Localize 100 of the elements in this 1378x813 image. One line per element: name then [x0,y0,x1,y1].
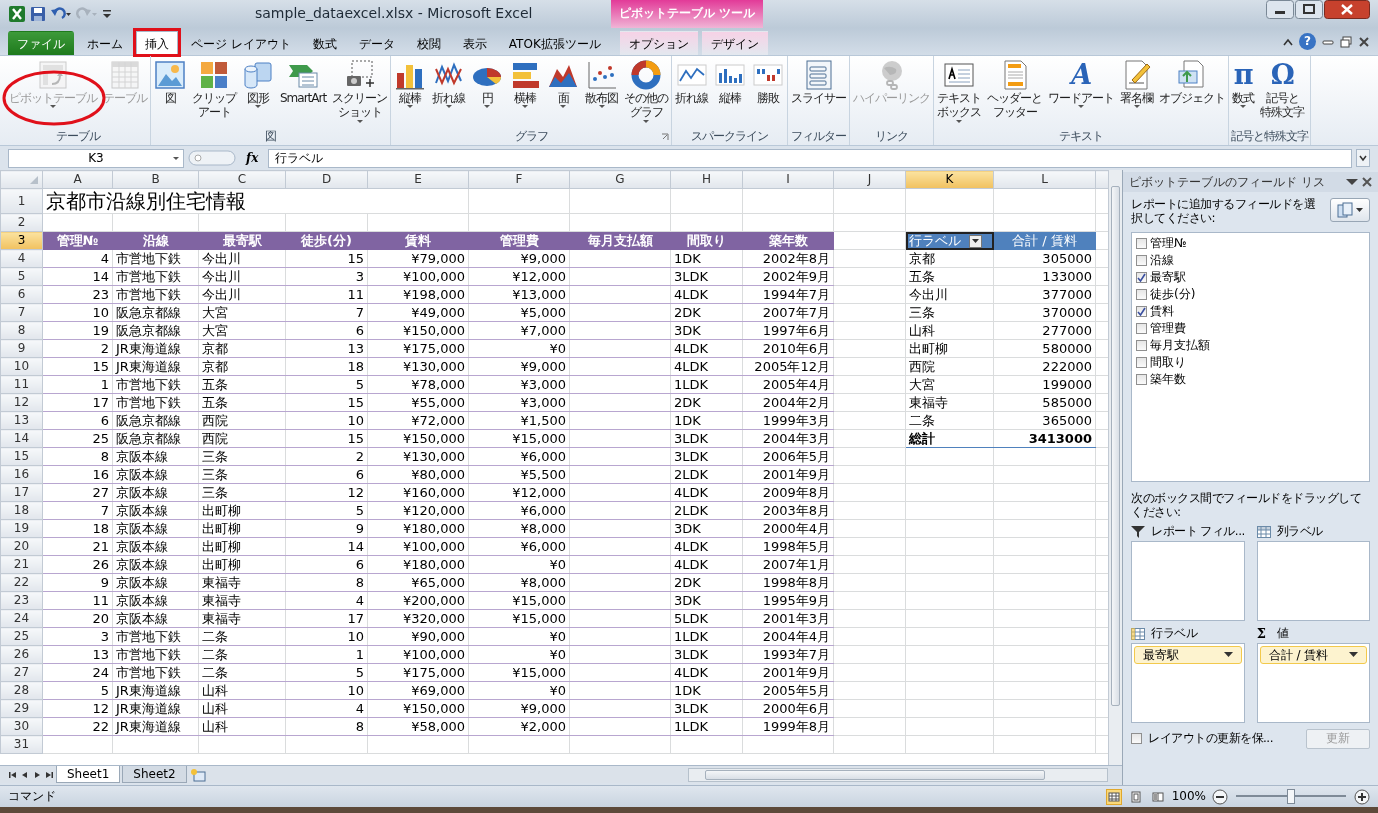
column-header[interactable]: A [42,170,113,189]
customize-icon[interactable] [102,7,112,21]
table-cell: 3DK [670,591,743,610]
ribbon-tab[interactable]: ファイル [8,30,74,55]
zoom-in-icon[interactable] [1354,788,1370,805]
column-header[interactable]: G [569,170,671,189]
scroll-thumb[interactable] [705,769,1045,780]
dialog-launcher-icon[interactable] [661,133,670,141]
insert-function-button[interactable]: fx [240,150,265,166]
formula-field[interactable]: 行ラベル [268,148,1352,168]
close-icon[interactable] [1358,35,1370,48]
area-field-button[interactable]: 合計 / 賃料 [1259,645,1367,664]
dropdown-icon[interactable] [1346,178,1358,187]
excel-logo-icon[interactable] [8,5,26,23]
ribbon-tab[interactable]: 数式 [303,30,346,55]
filter-dropdown-button[interactable] [969,234,982,248]
slider-thumb[interactable] [1287,789,1295,804]
horizontal-scrollbar[interactable] [688,767,1108,782]
next-sheet-icon[interactable] [32,769,42,780]
ribbon-tab[interactable]: オプション [619,30,698,55]
drop-area[interactable]: 合計 / 賃料 [1256,642,1370,723]
help-button[interactable]: ? [1299,33,1316,50]
ribbon-button[interactable]: Ω 記号と 特殊文字 [1259,58,1306,129]
ribbon-button[interactable]: テキスト ボックス [936,58,983,129]
name-box[interactable]: K3 [8,148,184,168]
ribbon-tab[interactable]: ホーム [78,30,132,55]
column-header[interactable]: I [742,170,834,189]
ribbon-tab[interactable]: 挿入 [136,30,178,55]
column-header[interactable]: H [670,170,743,189]
formula-bar-handle-icon[interactable] [188,149,236,167]
restore-icon[interactable] [1340,35,1352,48]
ribbon-button[interactable]: 図 [153,58,187,129]
sheet-tab[interactable]: Sheet2 [122,766,187,783]
ribbon-button[interactable]: SmartArt [279,58,328,129]
ribbon-tab[interactable]: データ [349,30,404,55]
ribbon-button[interactable]: 署名欄 [1119,58,1155,129]
ribbon-button[interactable]: 縦棒 [393,58,428,129]
close-button[interactable] [1324,0,1370,19]
close-icon[interactable] [1362,177,1372,188]
column-header[interactable]: E [367,170,469,189]
ribbon-tab[interactable]: デザイン [701,30,768,55]
checkbox[interactable] [1136,238,1147,249]
ribbon-button[interactable]: 縦棒 [713,58,748,129]
table-cell: 東福寺 [198,591,286,610]
maximize-button[interactable] [1295,0,1323,19]
zoom-out-icon[interactable] [1212,788,1228,805]
view-button[interactable] [1105,788,1122,805]
collapse-ribbon-icon[interactable] [1283,37,1293,46]
ribbon-tab[interactable]: 校閲 [407,30,450,55]
ribbon-button[interactable]: 折れ線 [431,58,467,129]
expand-formula-icon[interactable] [1356,149,1370,167]
ribbon-button[interactable]: 図形 [241,58,275,129]
ribbon-button[interactable]: 勝敗 [751,58,786,129]
last-sheet-icon[interactable] [44,769,54,780]
ribbon-button[interactable]: スクリーン ショット [331,58,389,129]
sheet-tab[interactable]: Sheet1 [56,766,121,783]
checkbox[interactable] [1136,340,1147,351]
ribbon-button[interactable]: 散布図 [584,58,620,129]
column-header[interactable]: D [285,170,368,189]
ribbon-button[interactable]: 横棒 [508,58,543,129]
checkbox[interactable] [1136,357,1147,368]
column-header[interactable]: F [468,170,570,189]
table-cell: 京阪本線 [112,573,199,592]
vertical-scrollbar[interactable] [1108,170,1122,765]
checkbox[interactable] [1136,255,1147,266]
checkbox[interactable] [1136,306,1147,317]
ribbon-button[interactable]: ヘッダーと フッター [986,58,1044,129]
save-icon[interactable] [30,6,46,22]
ribbon-button[interactable]: オブジェクト [1158,58,1227,129]
ribbon-button[interactable]: スライサー [790,58,848,129]
checkbox[interactable] [1136,272,1147,283]
checkbox[interactable] [1136,289,1147,300]
ribbon-tab[interactable]: 表示 [453,30,496,55]
ribbon-tab[interactable]: ATOK拡張ツール [499,30,610,55]
column-header[interactable]: L [993,170,1096,189]
ribbon-button[interactable]: π 数式 [1231,58,1256,129]
undo-icon[interactable] [50,6,72,22]
ribbon-tab[interactable]: ページ レイアウト [182,30,300,55]
column-header[interactable]: C [198,170,286,189]
scroll-thumb[interactable] [1111,186,1120,706]
ribbon-button[interactable]: その他の グラフ [623,58,670,129]
column-header[interactable]: K [905,170,994,189]
first-sheet-icon[interactable] [8,769,18,780]
minimize-button[interactable] [1266,0,1294,19]
ribbon-button[interactable]: クリップ アート [191,58,237,129]
previous-sheet-icon[interactable] [20,769,30,780]
drop-area[interactable]: 最寄駅 [1131,642,1245,723]
ribbon-button[interactable]: 面 [546,58,581,129]
ribbon-button[interactable]: 円 [470,58,505,129]
checkbox[interactable] [1136,323,1147,334]
layout-button[interactable] [1330,198,1370,223]
column-header[interactable]: J [833,170,906,189]
table-cell: 15 [285,393,368,412]
ribbon-button[interactable]: A ワードアート [1047,58,1116,129]
checkbox[interactable] [1136,374,1147,385]
ribbon-button[interactable]: 折れ線 [674,58,710,129]
row-header[interactable]: 1 [0,188,43,214]
area-field-button[interactable]: 最寄駅 [1134,645,1242,664]
column-header[interactable]: B [112,170,199,189]
checkbox[interactable] [1131,733,1142,745]
